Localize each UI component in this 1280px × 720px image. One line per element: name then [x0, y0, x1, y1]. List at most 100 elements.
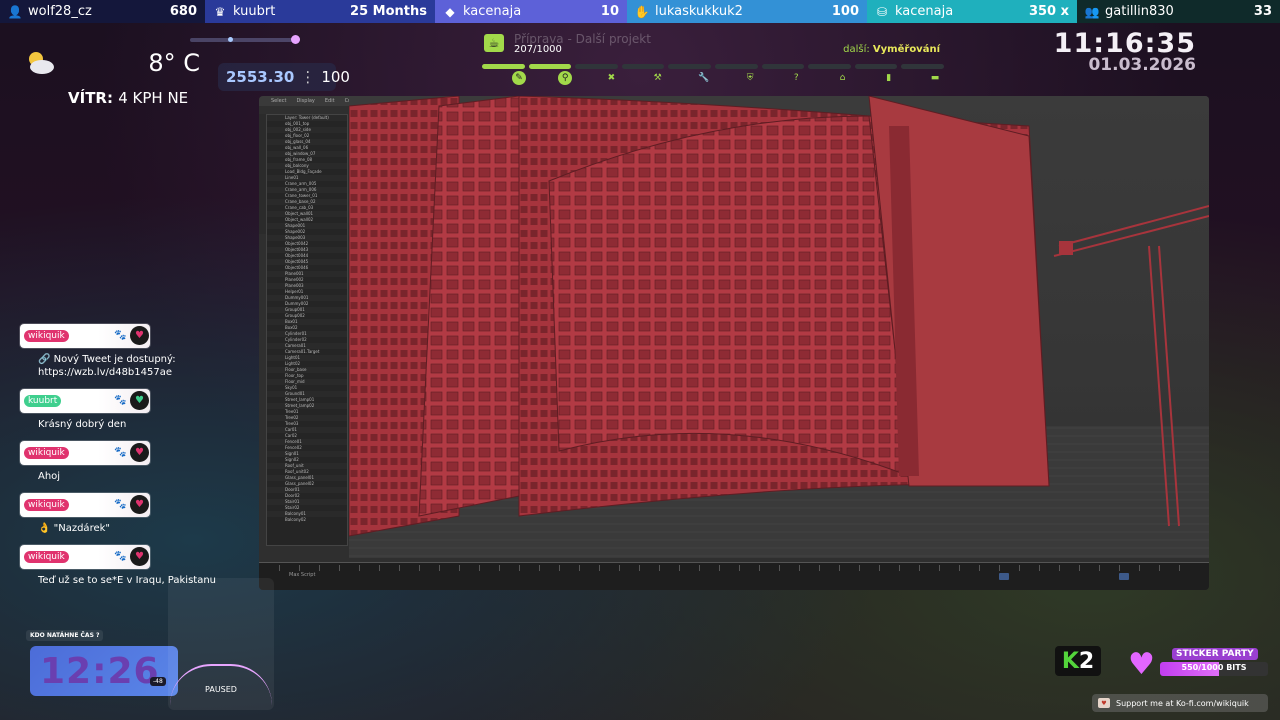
- wrench-icon: 🔧: [698, 73, 710, 83]
- question-icon: ?: [793, 73, 799, 83]
- goal-track: [482, 64, 944, 69]
- goal-segment: [761, 64, 805, 69]
- topbar-name: wolf28_cz: [28, 4, 92, 19]
- coffee-cup-icon: ☕: [484, 34, 504, 52]
- chat-message: kuubrt 🐾 ♥ Krásný dobrý den: [20, 389, 320, 441]
- heart-icon: ♥: [130, 547, 149, 566]
- chat-user-pill: wikiquik 🐾 ♥: [20, 441, 150, 465]
- keyframe-button[interactable]: [1119, 573, 1129, 580]
- menu-item[interactable]: Edit: [325, 98, 335, 104]
- heart-icon: ♥: [130, 443, 149, 462]
- topbar-value: 10: [600, 4, 619, 19]
- building-model: [348, 96, 1209, 558]
- topbar-name: kacenaja: [895, 4, 954, 19]
- 3d-app-window[interactable]: SelectDisplayEditCustomize Layer: Tower …: [259, 96, 1209, 590]
- chat-text: Krásný dobrý den: [38, 419, 127, 430]
- stream-clock: 11:16:35 01.03.2026: [1054, 28, 1196, 75]
- goal-segment: [668, 64, 711, 69]
- countdown-clock: 12:26: [30, 646, 178, 696]
- chat-link[interactable]: https://wzb.lv/d48b1457ae: [38, 367, 172, 378]
- paw-icon: 🐾: [114, 551, 127, 562]
- counter-left: 2553.30: [226, 68, 295, 86]
- goal-segment: [901, 64, 944, 69]
- book-icon: ▮: [886, 73, 892, 83]
- play-button[interactable]: [999, 573, 1009, 580]
- hammer-icon: ⚒: [653, 73, 662, 83]
- partly-cloudy-icon: [29, 52, 54, 74]
- people-icon: 👥: [1084, 4, 1100, 19]
- paw-icon: 🐾: [114, 447, 127, 458]
- topbar-segment: ◆ kacenaja 10: [435, 0, 627, 23]
- tool-strip[interactable]: [259, 114, 266, 234]
- chat-message: wikiquik 🐾 ♥ Ahoj: [20, 441, 320, 493]
- topbar-value: 100: [831, 4, 859, 19]
- topbar-value: 350 x: [1028, 4, 1069, 19]
- topbar-value: 33: [1253, 4, 1272, 19]
- k2-logo: K2: [1055, 646, 1101, 676]
- hand-icon: ✋: [634, 4, 650, 19]
- chat-message: wikiquik 🐾 ♥ 🔗 Nový Tweet je dostupný: h…: [20, 324, 320, 389]
- progress-slider: [190, 35, 300, 44]
- chat-username: wikiquik: [24, 447, 69, 459]
- sticker-title: STICKER PARTY: [1172, 648, 1258, 660]
- x-icon: ✖: [607, 73, 616, 83]
- viewport[interactable]: [348, 96, 1209, 558]
- goal-segment: [854, 64, 898, 69]
- kofi-banner[interactable]: ♥ Support me at Ko-fi.com/wikiquik: [1092, 694, 1268, 712]
- paw-icon: 🐾: [114, 499, 127, 510]
- kofi-text: Support me at Ko-fi.com/wikiquik: [1116, 698, 1249, 708]
- pencil-icon: ✎: [512, 71, 526, 85]
- kofi-cup-icon: ♥: [1098, 698, 1110, 708]
- crown-icon: ♛: [214, 4, 226, 19]
- wind-value: 4 KPH NE: [118, 89, 189, 107]
- temperature: 8° C: [148, 49, 200, 77]
- topbar-value: 25 Months: [350, 4, 427, 19]
- timeline[interactable]: Max Script: [259, 562, 1209, 590]
- goal-segment: [621, 64, 665, 69]
- chat-message: wikiquik 🐾 ♥ 👌 "Nazdárek": [20, 493, 320, 545]
- timeline-ruler[interactable]: [279, 565, 1199, 571]
- topbar-segment: 👤 wolf28_cz 680: [0, 0, 205, 23]
- chat-username: kuubrt: [24, 395, 62, 407]
- chat-text: 👌 "Nazdárek": [38, 523, 110, 534]
- goal-next-value: Vyměřování: [872, 44, 940, 55]
- wind-label: VÍTR: 4 KPH NE: [68, 89, 189, 107]
- counter-right: 100: [321, 68, 350, 86]
- sticker-value: 550/1000 BITS: [1181, 663, 1247, 672]
- counter-sep: ⋮: [300, 68, 316, 86]
- chat-text: 🔗 Nový Tweet je dostupný:: [38, 354, 176, 365]
- chat-username: wikiquik: [24, 499, 69, 511]
- chat-user-pill: wikiquik 🐾 ♥: [20, 545, 150, 569]
- goal-segment: [482, 64, 525, 69]
- topbar-name: lukaskukkuk2: [655, 4, 743, 19]
- goal-segment: [808, 64, 851, 69]
- chat-username: wikiquik: [24, 330, 69, 342]
- paw-icon: 🐾: [114, 395, 127, 406]
- diamond-icon: ◆: [445, 4, 455, 19]
- pin-icon: ⚲: [558, 71, 573, 85]
- chat-username: wikiquik: [24, 551, 69, 563]
- heart-icon: ♥: [130, 391, 149, 410]
- kdo-label: KDO NATÁHNE ČAS ?: [26, 630, 104, 641]
- menu-item[interactable]: Select: [271, 98, 286, 104]
- menu-item[interactable]: Display: [296, 98, 314, 104]
- goal-icons: ✎ ⚲ ✖ ⚒ 🔧 ⛨? ⌂ ▮ ▬: [512, 71, 942, 85]
- paw-icon: 🐾: [114, 330, 127, 341]
- sticker-party-goal: ♥ STICKER PARTY 550/1000 BITS: [1128, 648, 1270, 682]
- score-counter: 2553.30 ⋮ 100: [218, 63, 350, 91]
- topbar-segment: ⛁ kacenaja 350 x: [867, 0, 1077, 23]
- coins-icon: ⛁: [876, 4, 888, 19]
- chat-panel: wikiquik 🐾 ♥ 🔗 Nový Tweet je dostupný: h…: [20, 324, 320, 597]
- slider-dot-start: [228, 37, 233, 42]
- heart-icon: ♥: [130, 495, 149, 514]
- weather-widget: 8° C VÍTR: 4 KPH NE: [20, 45, 200, 115]
- topbar-segment: ✋ lukaskukkuk2 100: [627, 0, 867, 23]
- goal-next: další: Vyměřování: [843, 44, 940, 55]
- goal-segment: [575, 64, 618, 69]
- heart-icon: ♥: [130, 326, 149, 345]
- goal-segment: [714, 64, 758, 69]
- topbar-value: 680: [169, 4, 197, 19]
- ticket-icon: ▬: [930, 73, 940, 83]
- chat-user-pill: kuubrt 🐾 ♥: [20, 389, 150, 413]
- chat-user-pill: wikiquik 🐾 ♥: [20, 324, 150, 348]
